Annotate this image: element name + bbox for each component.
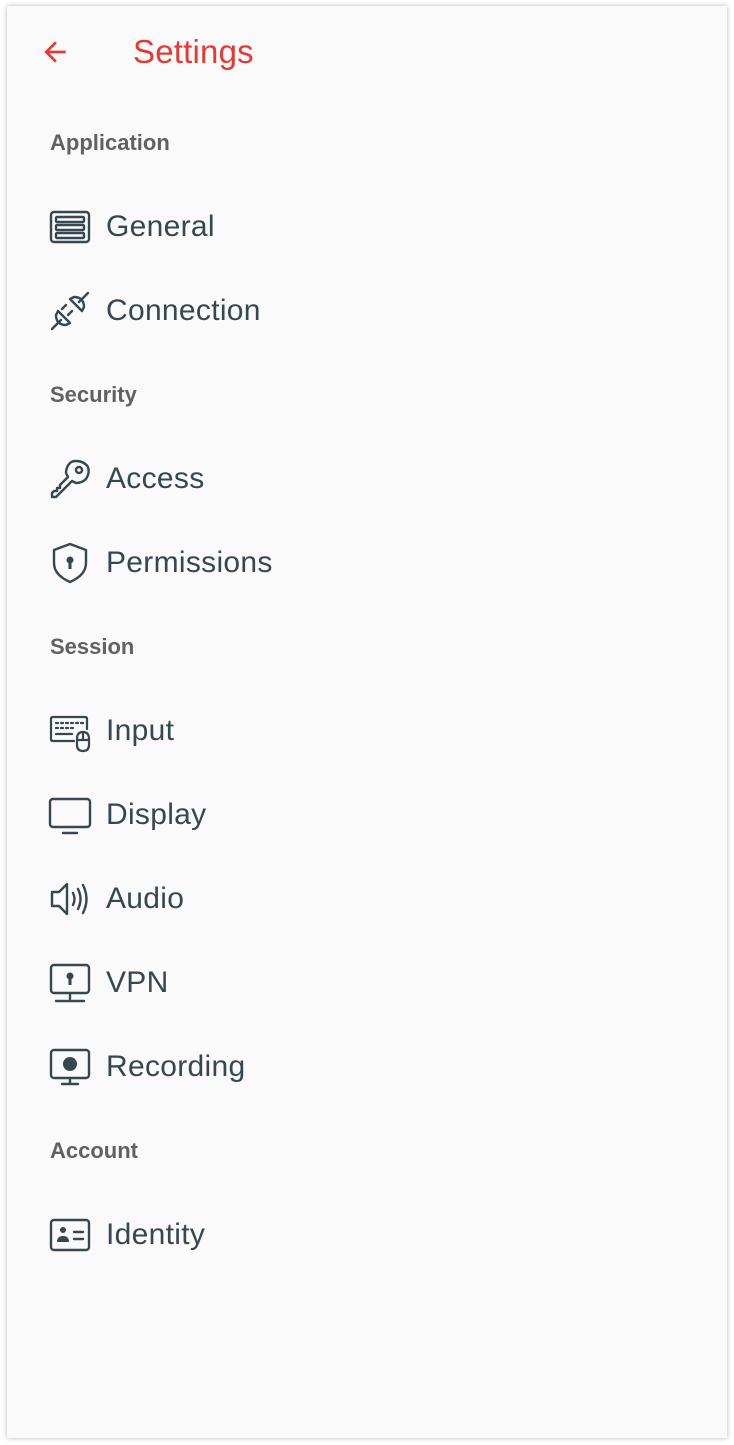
general-settings-icon — [47, 204, 93, 250]
settings-item-label: Identity — [106, 1218, 206, 1251]
vpn-monitor-lock-icon — [47, 960, 93, 1006]
settings-screen: Settings Application General Connection … — [7, 6, 727, 1438]
settings-item-label: Input — [106, 714, 175, 747]
record-monitor-icon — [47, 1044, 93, 1090]
settings-item-label: General — [106, 210, 215, 243]
id-card-icon — [47, 1212, 93, 1258]
settings-item-identity[interactable]: Identity — [7, 1193, 727, 1277]
settings-item-vpn[interactable]: VPN — [7, 941, 727, 1025]
settings-item-label: Audio — [106, 882, 185, 915]
settings-item-label: VPN — [106, 966, 169, 999]
settings-item-general[interactable]: General — [7, 185, 727, 269]
section-header-application: Application — [50, 130, 170, 155]
page-title: Settings — [133, 33, 254, 70]
shield-lock-icon — [47, 540, 93, 586]
section-header-security: Security — [50, 382, 137, 407]
plug-icon — [47, 288, 93, 334]
settings-item-recording[interactable]: Recording — [7, 1025, 727, 1109]
arrow-back-icon — [39, 36, 71, 68]
settings-item-label: Access — [106, 462, 205, 495]
section-header-session: Session — [50, 634, 135, 659]
settings-item-display[interactable]: Display — [7, 773, 727, 857]
settings-item-input[interactable]: Input — [7, 689, 727, 773]
app-bar: Settings — [7, 6, 727, 98]
section-header-account: Account — [50, 1138, 138, 1163]
speaker-icon — [47, 876, 93, 922]
settings-item-label: Display — [106, 798, 207, 831]
settings-item-label: Recording — [106, 1050, 246, 1083]
monitor-icon — [47, 792, 93, 838]
settings-item-connection[interactable]: Connection — [7, 269, 727, 353]
keyboard-mouse-icon — [47, 708, 93, 754]
settings-item-permissions[interactable]: Permissions — [7, 521, 727, 605]
key-icon — [47, 456, 93, 502]
settings-item-label: Connection — [106, 294, 261, 327]
settings-item-audio[interactable]: Audio — [7, 857, 727, 941]
back-button[interactable] — [31, 28, 79, 76]
settings-item-label: Permissions — [106, 546, 273, 579]
settings-item-access[interactable]: Access — [7, 437, 727, 521]
